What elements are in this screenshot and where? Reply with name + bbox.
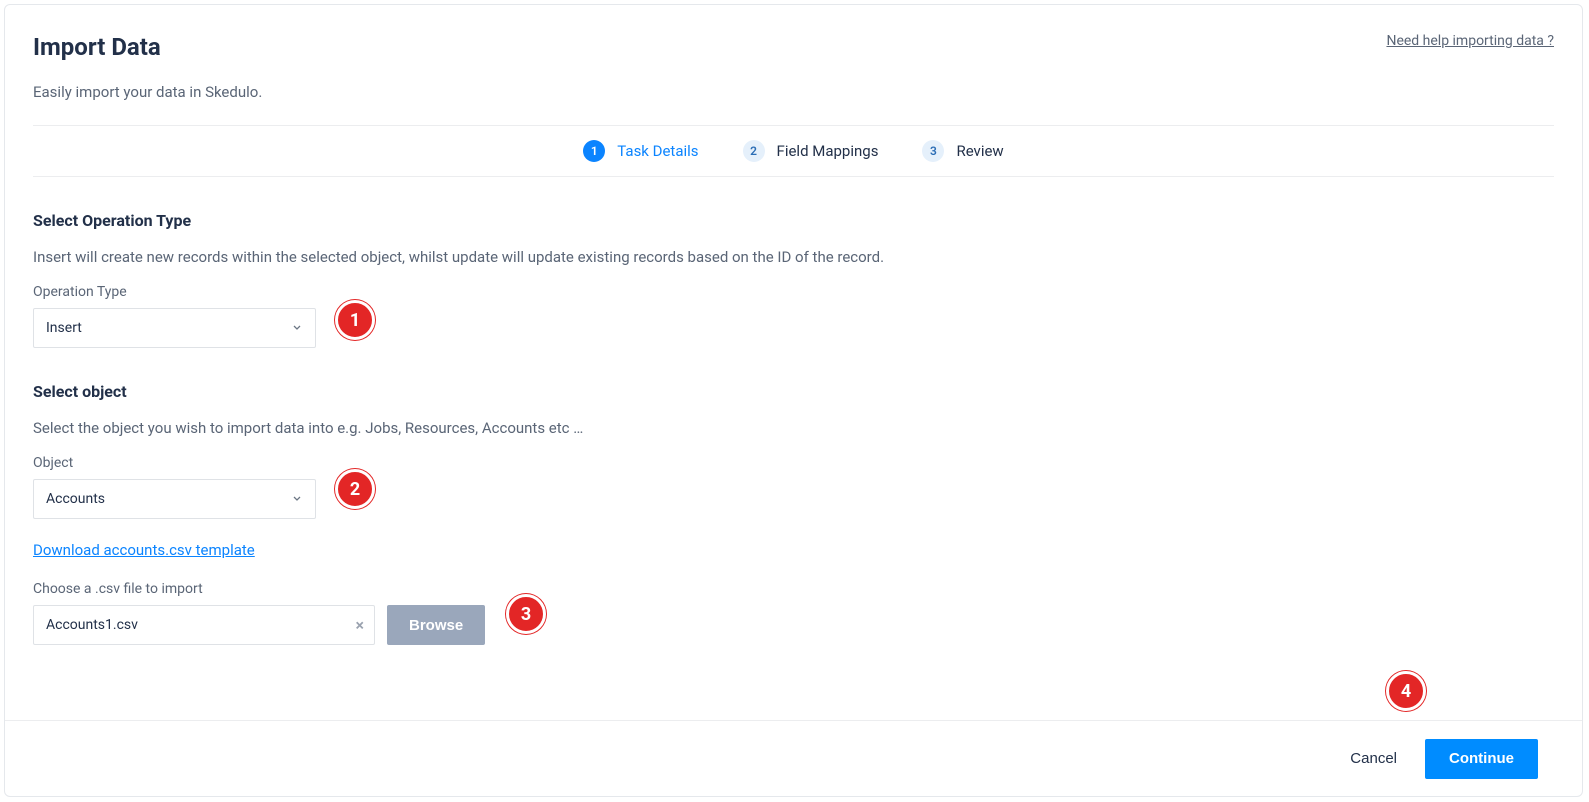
operation-type-section: Select Operation Type Insert will create… — [33, 211, 1554, 348]
step-field-mappings[interactable]: 2 Field Mappings — [743, 140, 879, 162]
step-label-3: Review — [956, 142, 1003, 160]
object-value: Accounts — [46, 491, 105, 507]
annotation-badge-4: 4 — [1386, 671, 1426, 711]
operation-type-desc: Insert will create new records within th… — [33, 248, 1554, 266]
object-desc: Select the object you wish to import dat… — [33, 419, 1554, 437]
chevron-down-icon — [291, 490, 303, 509]
operation-type-label: Operation Type — [33, 284, 1554, 300]
cancel-button[interactable]: Cancel — [1350, 750, 1397, 767]
step-number-3: 3 — [922, 140, 944, 162]
step-task-details[interactable]: 1 Task Details — [583, 140, 698, 162]
operation-type-value: Insert — [46, 320, 82, 336]
browse-button[interactable]: Browse — [387, 605, 485, 645]
help-link[interactable]: Need help importing data ? — [1386, 33, 1554, 49]
file-label: Choose a .csv file to import — [33, 581, 1554, 597]
step-label-2: Field Mappings — [777, 142, 879, 160]
footer-bar: Cancel Continue — [5, 720, 1582, 796]
step-number-2: 2 — [743, 140, 765, 162]
page-subtitle: Easily import your data in Skedulo. — [33, 83, 1554, 101]
object-label: Object — [33, 455, 1554, 471]
operation-type-title: Select Operation Type — [33, 211, 1554, 230]
header-row: Import Data Need help importing data ? — [33, 33, 1554, 61]
annotation-badge-1: 1 — [335, 300, 375, 340]
chevron-down-icon — [291, 319, 303, 338]
step-label-1: Task Details — [617, 142, 698, 160]
operation-type-select[interactable]: Insert — [33, 308, 316, 348]
annotation-badge-2: 2 — [335, 469, 375, 509]
object-select[interactable]: Accounts — [33, 479, 316, 519]
continue-button[interactable]: Continue — [1425, 739, 1538, 779]
stepper: 1 Task Details 2 Field Mappings 3 Review — [33, 140, 1554, 162]
stepper-wrap: 1 Task Details 2 Field Mappings 3 Review — [33, 125, 1554, 177]
annotation-badge-3: 3 — [506, 594, 546, 634]
import-data-page: Import Data Need help importing data ? E… — [4, 4, 1583, 797]
step-review[interactable]: 3 Review — [922, 140, 1003, 162]
content-area: Import Data Need help importing data ? E… — [5, 5, 1582, 645]
download-template-link[interactable]: Download accounts.csv template — [33, 541, 255, 559]
clear-file-icon[interactable]: × — [356, 616, 365, 635]
file-row: Accounts1.csv × Browse — [33, 605, 1554, 645]
page-title: Import Data — [33, 33, 161, 61]
object-title: Select object — [33, 382, 1554, 401]
file-name: Accounts1.csv — [46, 617, 138, 633]
file-input[interactable]: Accounts1.csv × — [33, 605, 375, 645]
object-section: Select object Select the object you wish… — [33, 382, 1554, 645]
step-number-1: 1 — [583, 140, 605, 162]
